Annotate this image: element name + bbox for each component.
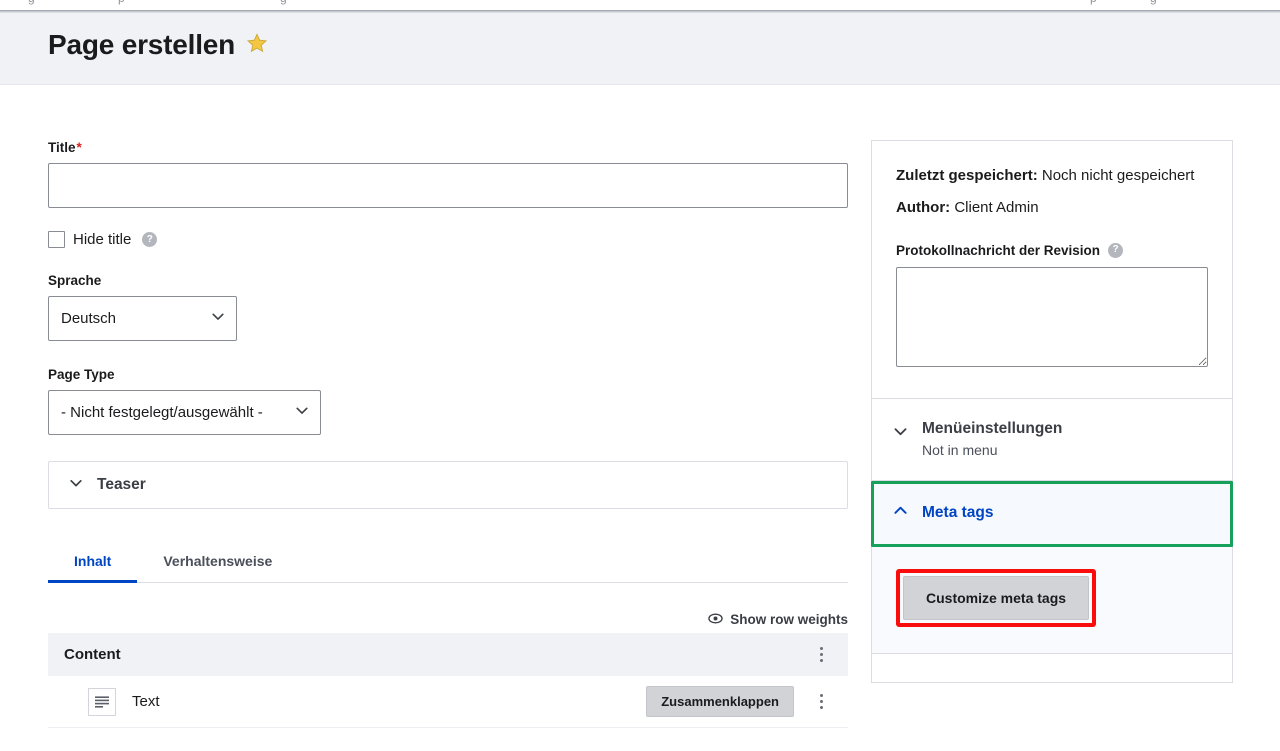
meta-tags-accordion[interactable]: Meta tags bbox=[871, 480, 1233, 547]
cutoff-fragment: p bbox=[1090, 0, 1097, 5]
page-type-select-wrap[interactable]: - Nicht festgelegt/ausgewählt - bbox=[48, 390, 321, 435]
language-select-wrap[interactable]: Deutsch bbox=[48, 296, 237, 341]
hide-title-label: Hide title bbox=[73, 231, 132, 248]
chevron-down-icon bbox=[892, 423, 909, 445]
customize-meta-tags-highlight: Customize meta tags bbox=[896, 568, 1097, 627]
teaser-label: Teaser bbox=[97, 476, 146, 493]
page-header-band: Page erstellen bbox=[0, 13, 1280, 85]
cutoff-fragment: g bbox=[280, 0, 287, 5]
kebab-menu-icon[interactable] bbox=[810, 642, 832, 668]
content-table-header: Content bbox=[48, 633, 848, 676]
page-type-field: Page Type - Nicht festgelegt/ausgewählt … bbox=[48, 367, 848, 435]
table-row-label: Text bbox=[132, 693, 160, 710]
chevron-down-icon bbox=[68, 475, 84, 496]
revision-info-section: Zuletzt gespeichert: Noch nicht gespeich… bbox=[872, 141, 1232, 399]
meta-tags-body: Customize meta tags bbox=[872, 546, 1232, 654]
title-input[interactable] bbox=[48, 163, 848, 208]
kebab-menu-icon[interactable] bbox=[810, 689, 832, 715]
sidebar-panel: Zuletzt gespeichert: Noch nicht gespeich… bbox=[871, 140, 1233, 683]
hide-title-checkbox[interactable] bbox=[48, 231, 65, 248]
menu-settings-text: Menüeinstellungen Not in menu bbox=[922, 419, 1062, 458]
cutoff-fragment: g bbox=[28, 0, 35, 5]
cutoff-fragment: p bbox=[118, 0, 125, 5]
menu-settings-accordion[interactable]: Menüeinstellungen Not in menu bbox=[872, 398, 1232, 481]
title-field-label: Title* bbox=[48, 140, 848, 155]
language-field: Sprache Deutsch bbox=[48, 273, 848, 341]
teaser-accordion[interactable]: Teaser bbox=[48, 461, 848, 509]
star-icon[interactable] bbox=[246, 32, 268, 59]
page-type-select[interactable]: - Nicht festgelegt/ausgewählt - bbox=[48, 390, 321, 435]
sidebar-panel-tail bbox=[872, 653, 1232, 682]
eye-icon bbox=[708, 612, 723, 627]
author-value: Client Admin bbox=[954, 198, 1039, 216]
tab-inhalt[interactable]: Inhalt bbox=[48, 543, 138, 583]
collapse-row-button[interactable]: Zusammenklappen bbox=[646, 686, 794, 717]
help-icon[interactable]: ? bbox=[142, 232, 158, 247]
show-row-weights-label: Show row weights bbox=[730, 612, 848, 627]
show-row-weights-link[interactable]: Show row weights bbox=[708, 612, 848, 627]
chevron-up-icon bbox=[892, 502, 909, 524]
form-tabs: Inhalt Verhaltensweise bbox=[48, 543, 848, 583]
revision-log-textarea[interactable] bbox=[896, 266, 1208, 367]
revision-log-label-row: Protokollnachricht der Revision ? bbox=[896, 242, 1208, 258]
row-weights-bar: Show row weights bbox=[48, 612, 848, 627]
required-marker: * bbox=[76, 140, 82, 155]
title-label-text: Title bbox=[48, 140, 76, 155]
page-type-label: Page Type bbox=[48, 367, 115, 382]
language-label: Sprache bbox=[48, 273, 102, 288]
left-form-column: Title* Hide title ? Sprache Deutsch Page… bbox=[48, 140, 848, 728]
menu-settings-subtitle: Not in menu bbox=[922, 441, 998, 458]
menu-settings-title: Menüeinstellungen bbox=[922, 419, 1063, 437]
author-label: Author: bbox=[896, 198, 951, 216]
last-saved-value: Noch nicht gespeichert bbox=[1041, 167, 1195, 184]
last-saved-label: Zuletzt gespeichert: bbox=[896, 167, 1038, 184]
table-row: Text Zusammenklappen bbox=[48, 676, 848, 728]
page-title: Page erstellen bbox=[48, 29, 236, 60]
main-region: Title* Hide title ? Sprache Deutsch Page… bbox=[0, 86, 1280, 751]
customize-meta-tags-button[interactable]: Customize meta tags bbox=[903, 575, 1090, 620]
content-table-title: Content bbox=[64, 646, 121, 663]
text-block-icon bbox=[88, 687, 116, 716]
cutoff-fragment: g bbox=[1150, 0, 1157, 5]
help-icon[interactable]: ? bbox=[1108, 242, 1124, 258]
page-title-wrap: Page erstellen bbox=[48, 31, 268, 59]
language-select[interactable]: Deutsch bbox=[48, 296, 237, 341]
revision-log-label: Protokollnachricht der Revision bbox=[896, 242, 1101, 258]
last-saved-line: Zuletzt gespeichert: Noch nicht gespeich… bbox=[896, 165, 1208, 187]
author-line: Author: Client Admin bbox=[896, 197, 1208, 219]
cutoff-toolbar-strip: g p g p g bbox=[0, 0, 1280, 10]
meta-tags-title: Meta tags bbox=[922, 504, 994, 522]
hide-title-row[interactable]: Hide title ? bbox=[48, 231, 848, 248]
tab-verhaltensweise[interactable]: Verhaltensweise bbox=[137, 543, 298, 583]
